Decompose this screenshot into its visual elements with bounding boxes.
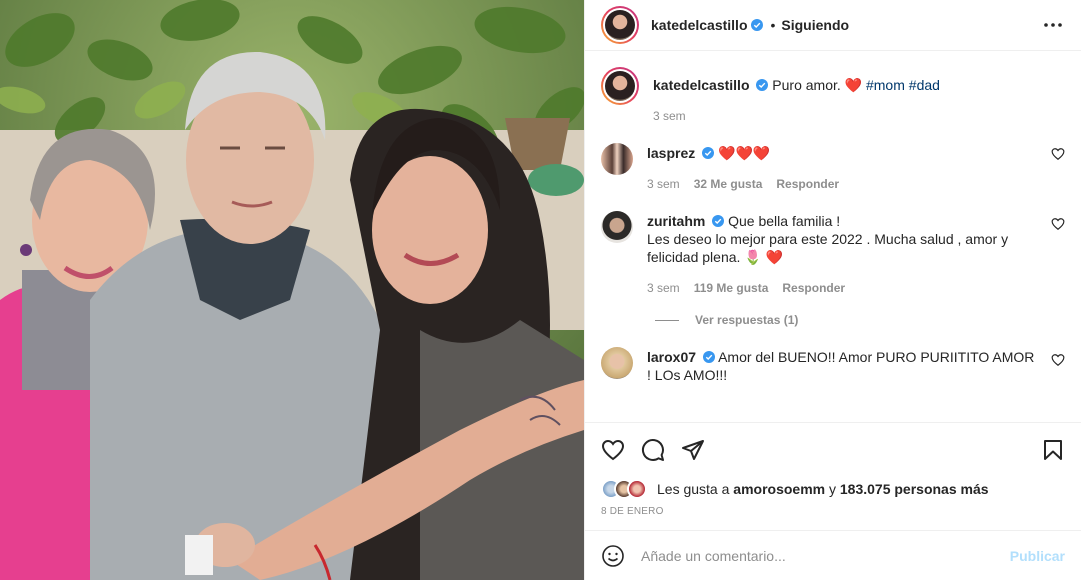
caption-username[interactable]: katedelcastillo [653,77,750,93]
replies-divider [655,319,679,321]
heart-icon [601,439,625,460]
post-photo[interactable] [0,0,584,580]
comment-likes[interactable]: 119 Me gusta [694,281,769,295]
action-bar [585,422,1081,476]
post-date[interactable]: 8 DE ENERO [585,502,1081,526]
instagram-post-modal: katedelcastillo • Siguiendo katedelcasti… [0,0,1081,580]
reply-button[interactable]: Responder [776,177,839,191]
like-comment-heart-icon[interactable] [1051,217,1065,231]
verified-badge-icon [702,351,715,363]
commenter-username[interactable]: larox07 [647,349,696,365]
comment-text: Que bella familia ! [728,213,841,229]
comment-input[interactable] [641,547,1010,564]
hashtag-mom[interactable]: #mom [866,77,905,93]
commenter-username[interactable]: zuritahm [647,213,705,229]
caption-row: katedelcastillo Puro amor. ❤️ #mom #dad … [601,67,1065,123]
comments-list[interactable]: katedelcastillo Puro amor. ❤️ #mom #dad … [585,51,1081,422]
caption-avatar-ring[interactable] [601,67,639,105]
paper-plane-icon [682,439,704,460]
like-comment-heart-icon[interactable] [1051,353,1065,367]
separator-dot: • [770,17,776,33]
comment-bubble-icon [642,438,664,461]
reply-button[interactable]: Responder [782,281,845,295]
comment-row: larox07 Amor del BUENO!! Amor PURO PURII… [601,347,1065,384]
liker-username[interactable]: amorosoemm [733,481,825,497]
comment-likes[interactable]: 32 Me gusta [694,177,763,191]
comment-time[interactable]: 3 sem [647,177,680,191]
commenter-avatar[interactable] [601,211,633,243]
comment-text-continued: Les deseo lo mejor para este 2022 . Much… [647,231,1009,265]
likes-count[interactable]: 183.075 personas más [840,481,989,497]
commenter-username[interactable]: lasprez [647,145,695,161]
verified-badge-icon [712,215,725,227]
post-details-panel: katedelcastillo • Siguiendo katedelcasti… [584,0,1081,580]
author-avatar [605,10,635,40]
save-button[interactable] [1041,438,1065,462]
comment-row: zuritahm Que bella familia ! Les deseo l… [601,211,1065,295]
bookmark-icon [1044,439,1062,460]
caption-avatar [605,71,635,101]
more-options-button[interactable] [1041,13,1065,37]
post-header: katedelcastillo • Siguiendo [585,0,1081,51]
likes-connector: y [828,481,836,497]
following-button[interactable]: Siguiendo [781,17,849,33]
comment-button[interactable] [641,438,665,462]
verified-badge-icon [756,79,769,91]
liker-avatar [627,479,647,499]
publish-button[interactable]: Publicar [1010,548,1065,564]
comment-text: ❤️❤️❤️ [718,145,771,161]
verified-badge-icon [702,147,715,159]
share-button[interactable] [681,438,705,462]
add-comment-bar: Publicar [585,530,1081,580]
like-comment-heart-icon[interactable] [1051,147,1065,161]
caption-text: Puro amor. [772,77,841,93]
family-photo-illustration [0,0,584,580]
commenter-avatar[interactable] [601,347,633,379]
author-username[interactable]: katedelcastillo [651,17,748,33]
caption-time[interactable]: 3 sem [653,109,686,123]
comment-time[interactable]: 3 sem [647,281,680,295]
hashtag-dad[interactable]: #dad [909,77,940,93]
verified-badge-icon [750,19,763,31]
more-horizontal-icon [1044,23,1062,27]
liker-avatars [601,479,647,499]
like-button[interactable] [601,438,625,462]
emoji-smiley-icon[interactable] [601,544,625,568]
likes-prefix: Les gusta a [657,481,730,497]
view-replies-button[interactable]: Ver respuestas (1) [655,313,1065,327]
likes-summary[interactable]: Les gusta a amorosoemm y 183.075 persona… [585,476,1081,502]
view-replies-label: Ver respuestas (1) [695,313,799,327]
comment-row: lasprez ❤️❤️❤️ 3 sem 32 Me gusta Respond… [601,143,1065,191]
heart-emoji: ❤️ [844,77,863,93]
commenter-avatar[interactable] [601,143,633,175]
author-avatar-ring[interactable] [601,6,639,44]
